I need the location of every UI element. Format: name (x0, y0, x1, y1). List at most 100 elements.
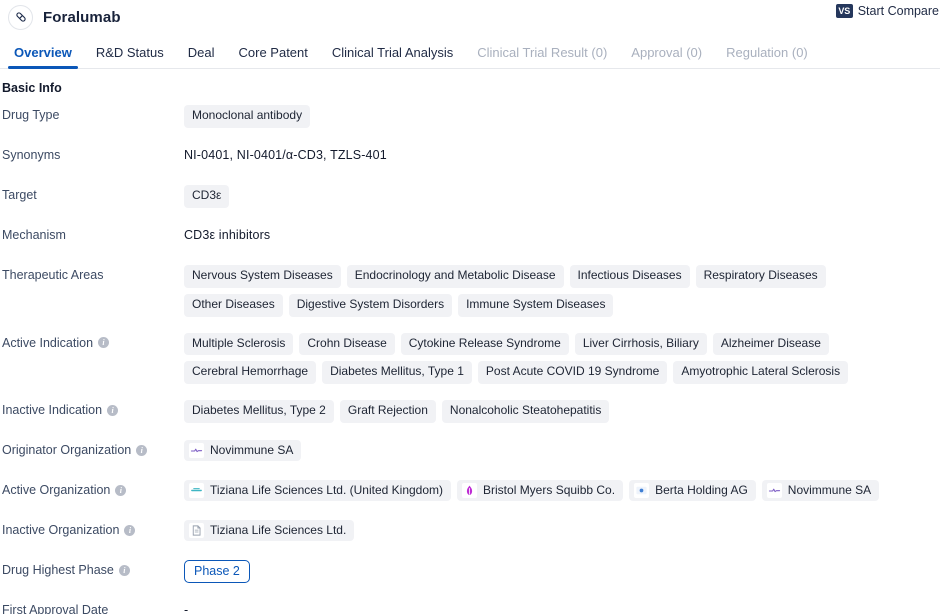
chip[interactable]: Multiple Sclerosis (184, 332, 294, 356)
tab-rd-status[interactable]: R&D Status (84, 46, 176, 68)
chip[interactable]: Cerebral Hemorrhage (184, 361, 317, 385)
tab-deal[interactable]: Deal (176, 46, 227, 68)
label-text: Therapeutic Areas (2, 268, 104, 282)
document-placeholder-icon (189, 523, 204, 539)
row-active-organization: Active Organization i Tiziana Life Scien… (0, 480, 947, 504)
label-text: Target (2, 188, 37, 202)
page-title: Foralumab (43, 8, 121, 26)
info-icon[interactable]: i (107, 404, 119, 416)
value-inactive-organization: Tiziana Life Sciences Ltd. (184, 520, 884, 542)
label-inactive-indication: Inactive Indication i (0, 400, 184, 417)
value-drug-type: Monoclonal antibody (184, 105, 884, 128)
chip[interactable]: Crohn Disease (299, 332, 395, 356)
tab-clinical-trial-result: Clinical Trial Result (0) (477, 45, 608, 60)
label-active-organization: Active Organization i (0, 480, 184, 497)
chip[interactable]: Diabetes Mellitus, Type 2 (184, 400, 334, 423)
row-inactive-organization: Inactive Organization i Tiziana Life Sci… (0, 520, 947, 544)
value-mechanism: CD3ε inhibitors (184, 225, 884, 242)
chip[interactable]: Graft Rejection (339, 400, 436, 423)
label-active-indication: Active Indication i (0, 333, 184, 350)
novimmune-logo-icon (189, 443, 204, 459)
org-chip[interactable]: Tiziana Life Sciences Ltd. (184, 520, 355, 542)
label-text: Drug Type (2, 108, 60, 122)
row-drug-type: Drug Type Monoclonal antibody (0, 105, 947, 129)
overview-content: Basic Info Drug Type Monoclonal antibody… (0, 69, 947, 614)
label-first-approval-date: First Approval Date (0, 600, 184, 614)
chip[interactable]: Monoclonal antibody (184, 105, 311, 128)
bristol-myers-squibb-logo-icon (462, 483, 478, 499)
row-therapeutic-areas: Therapeutic Areas Nervous System Disease… (0, 265, 947, 317)
info-icon[interactable]: i (118, 564, 130, 576)
label-target: Target (0, 185, 184, 202)
tab-approval: Approval (0) (631, 45, 703, 60)
value-drug-highest-phase: Phase 2 (184, 560, 884, 584)
tab-overview[interactable]: Overview (2, 46, 84, 69)
chip[interactable]: Nonalcoholic Steatohepatitis (441, 400, 610, 423)
org-name: Tiziana Life Sciences Ltd. (United Kingd… (210, 482, 444, 497)
chip[interactable]: Immune System Diseases (458, 293, 614, 317)
start-compare-label: Start Compare (857, 4, 939, 18)
value-therapeutic-areas: Nervous System Diseases Endocrinology an… (184, 265, 884, 317)
chip[interactable]: Alzheimer Disease (712, 332, 829, 356)
chip[interactable]: Infectious Diseases (569, 265, 690, 288)
org-chip[interactable]: Novimmune SA (184, 440, 302, 462)
chip[interactable]: Post Acute COVID 19 Syndrome (477, 361, 668, 385)
phase-badge[interactable]: Phase 2 (184, 560, 250, 584)
label-text: First Approval Date (2, 603, 109, 614)
chip[interactable]: CD3ε (184, 185, 230, 208)
info-icon[interactable]: i (124, 524, 136, 536)
tab-bar: Overview R&D Status Deal Core Patent Cli… (0, 34, 940, 69)
label-drug-type: Drug Type (0, 105, 184, 122)
first-approval-date-text: - (184, 603, 189, 614)
org-chip[interactable]: Berta Holding AG (629, 480, 756, 502)
drug-brand: Foralumab (8, 4, 121, 30)
org-chip[interactable]: Bristol Myers Squibb Co. (457, 480, 624, 502)
chip[interactable]: Other Diseases (184, 293, 283, 317)
label-inactive-organization: Inactive Organization i (0, 520, 184, 537)
chip[interactable]: Liver Cirrhosis, Biliary (574, 332, 707, 356)
label-originator-organization: Originator Organization i (0, 440, 184, 457)
row-synonyms: Synonyms NI-0401, NI-0401/α-CD3, TZLS-40… (0, 145, 947, 169)
org-name: Bristol Myers Squibb Co. (483, 482, 616, 497)
chip[interactable]: Digestive System Disorders (288, 293, 453, 317)
label-drug-highest-phase: Drug Highest Phase i (0, 560, 184, 577)
chip[interactable]: Respiratory Diseases (695, 265, 826, 288)
chip[interactable]: Endocrinology and Metabolic Disease (346, 265, 564, 288)
novimmune-logo-icon (766, 483, 782, 499)
label-text: Mechanism (2, 228, 66, 242)
value-target: CD3ε (184, 185, 884, 208)
row-mechanism: Mechanism CD3ε inhibitors (0, 225, 947, 249)
vs-icon: VS (835, 4, 853, 18)
tab-clinical-trial-analysis[interactable]: Clinical Trial Analysis (320, 46, 465, 68)
value-first-approval-date: - (184, 600, 884, 614)
start-compare-button[interactable]: VS Start Compare (835, 4, 939, 18)
synonyms-text: NI-0401, NI-0401/α-CD3, TZLS-401 (184, 148, 387, 162)
label-text: Inactive Indication (2, 403, 103, 418)
label-text: Drug Highest Phase (2, 563, 114, 578)
row-inactive-indication: Inactive Indication i Diabetes Mellitus,… (0, 400, 947, 424)
info-icon[interactable]: i (98, 337, 110, 349)
tiziana-logo-icon (189, 483, 204, 499)
mechanism-text: CD3ε inhibitors (184, 228, 271, 242)
org-name: Tiziana Life Sciences Ltd. (210, 522, 347, 537)
org-chip[interactable]: Novimmune SA (761, 480, 880, 502)
row-first-approval-date: First Approval Date - (0, 600, 947, 614)
org-chip[interactable]: Tiziana Life Sciences Ltd. (United Kingd… (184, 480, 452, 502)
chip[interactable]: Cytokine Release Syndrome (400, 332, 569, 356)
chip[interactable]: Diabetes Mellitus, Type 1 (322, 361, 472, 385)
label-therapeutic-areas: Therapeutic Areas (0, 265, 184, 282)
row-originator-organization: Originator Organization i Novimmune SA (0, 440, 947, 464)
label-text: Synonyms (2, 148, 61, 162)
tab-core-patent[interactable]: Core Patent (227, 46, 320, 68)
org-name: Novimmune SA (787, 482, 872, 497)
info-icon[interactable]: i (115, 484, 127, 496)
chip[interactable]: Amyotrophic Lateral Sclerosis (673, 361, 849, 385)
section-title-basic-info: Basic Info (2, 81, 62, 95)
label-text: Active Indication (2, 335, 94, 350)
org-name: Novimmune SA (210, 442, 294, 457)
label-mechanism: Mechanism (0, 225, 184, 242)
info-icon[interactable]: i (136, 444, 148, 456)
label-synonyms: Synonyms (0, 145, 184, 162)
label-text: Active Organization (2, 483, 111, 498)
chip[interactable]: Nervous System Diseases (184, 265, 341, 288)
